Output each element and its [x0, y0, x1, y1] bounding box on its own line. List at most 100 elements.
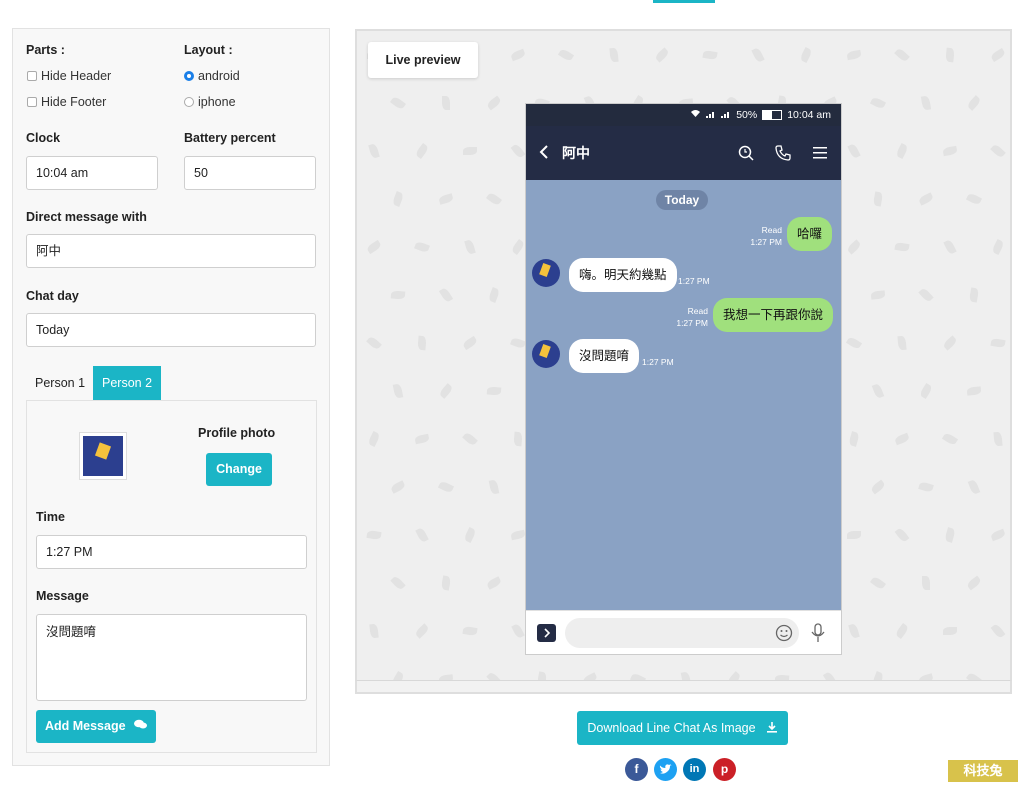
- message-label: Message: [36, 589, 89, 603]
- background-leaf: [510, 529, 526, 541]
- profile-photo-label: Profile photo: [198, 426, 276, 440]
- background-leaf: [922, 576, 930, 590]
- download-label: Download Line Chat As Image: [587, 721, 756, 735]
- android-radio[interactable]: [184, 71, 194, 81]
- background-leaf: [846, 239, 862, 255]
- background-leaf: [990, 528, 1006, 542]
- background-leaf: [897, 335, 907, 351]
- background-leaf: [486, 95, 502, 111]
- time-input[interactable]: 1:27 PM: [36, 535, 307, 569]
- linkedin-icon[interactable]: in: [683, 758, 706, 781]
- change-photo-button[interactable]: Change: [206, 453, 272, 486]
- background-leaf: [965, 192, 983, 206]
- background-leaf: [485, 576, 503, 590]
- status-time: 10:04 am: [787, 109, 831, 121]
- tab-person-2[interactable]: Person 2: [93, 366, 162, 400]
- background-leaf: [414, 433, 430, 445]
- chatday-input[interactable]: Today: [26, 313, 316, 347]
- iphone-option[interactable]: iphone: [184, 95, 236, 109]
- message-meta: Read 1:27 PM: [750, 225, 782, 247]
- background-leaf: [415, 526, 429, 544]
- background-leaf: [895, 142, 909, 160]
- background-leaf: [510, 239, 526, 255]
- background-leaf: [918, 481, 934, 493]
- message-meta: Read 1:27 PM: [676, 306, 708, 328]
- message-bubble-received: 沒問題唷: [569, 339, 640, 373]
- background-leaf: [392, 383, 404, 399]
- battery-percent: 50%: [736, 109, 758, 121]
- background-leaf: [894, 623, 910, 639]
- background-leaf: [438, 286, 454, 304]
- message-bubble-sent: 我想一下再跟你說: [713, 298, 834, 332]
- background-leaf: [654, 47, 670, 63]
- avatar: [532, 259, 560, 287]
- contact-name: 阿中: [562, 145, 590, 161]
- twitter-icon[interactable]: [654, 758, 677, 781]
- background-leaf: [461, 335, 479, 351]
- background-leaf: [894, 241, 910, 253]
- message-bubble-sent: 哈囉: [787, 217, 833, 251]
- background-leaf: [945, 47, 955, 63]
- facebook-icon[interactable]: f: [625, 758, 648, 781]
- phone-call-icon[interactable]: [775, 145, 791, 164]
- top-accent-bar: [653, 0, 715, 3]
- background-leaf: [366, 335, 382, 351]
- background-leaf: [486, 386, 502, 396]
- background-leaf: [557, 47, 575, 63]
- background-leaf: [390, 290, 406, 300]
- download-image-button[interactable]: Download Line Chat As Image: [577, 711, 788, 745]
- live-preview-tab[interactable]: Live preview: [368, 42, 478, 78]
- android-option[interactable]: android: [184, 69, 240, 83]
- background-leaf: [437, 480, 455, 494]
- message-input-bar: [526, 610, 841, 654]
- back-chevron-icon[interactable]: [539, 144, 549, 163]
- chat-header: 阿中: [526, 126, 841, 180]
- pinterest-icon[interactable]: p: [713, 758, 736, 781]
- emoji-icon[interactable]: [775, 624, 793, 645]
- background-leaf: [943, 238, 957, 256]
- battery-input[interactable]: 50: [184, 156, 316, 190]
- background-leaf: [993, 431, 1003, 447]
- hide-header-option[interactable]: Hide Header: [27, 69, 111, 83]
- background-leaf: [391, 191, 405, 207]
- message-bubble-received: 嗨。明天約幾點: [569, 258, 677, 292]
- background-leaf: [990, 143, 1006, 159]
- background-leaf: [917, 192, 935, 206]
- hide-footer-option[interactable]: Hide Footer: [27, 95, 106, 109]
- iphone-radio[interactable]: [184, 97, 194, 107]
- background-leaf: [463, 147, 477, 155]
- background-leaf: [366, 529, 382, 541]
- android-label: android: [198, 69, 240, 83]
- add-message-button[interactable]: Add Message: [36, 710, 156, 743]
- message-textarea[interactable]: 沒問題唷: [36, 614, 307, 701]
- background-leaf: [510, 336, 526, 350]
- expand-chevron-icon[interactable]: [537, 624, 556, 642]
- background-leaf: [511, 622, 525, 640]
- hide-footer-label: Hide Footer: [41, 95, 107, 109]
- background-leaf: [369, 623, 379, 639]
- background-leaf: [417, 335, 427, 351]
- hide-footer-checkbox[interactable]: [27, 97, 37, 107]
- background-leaf: [367, 430, 381, 448]
- background-leaf: [462, 431, 478, 447]
- tab-person-1[interactable]: Person 1: [26, 366, 94, 400]
- hide-header-checkbox[interactable]: [27, 71, 37, 81]
- clock-label: Clock: [26, 131, 61, 145]
- menu-icon[interactable]: [813, 147, 827, 162]
- phone-mockup: 50% 10:04 am 阿中 Today Read 1:27 PM 哈囉 嗨。明…: [526, 104, 841, 654]
- background-leaf: [510, 48, 526, 62]
- background-leaf: [846, 49, 862, 61]
- message-text-field[interactable]: [565, 618, 799, 648]
- background-leaf: [872, 191, 884, 207]
- parts-label: Parts :: [26, 43, 65, 57]
- status-bar: 50% 10:04 am: [526, 104, 841, 126]
- dm-input[interactable]: 阿中: [26, 234, 316, 268]
- background-leaf: [702, 49, 718, 61]
- clock-input[interactable]: 10:04 am: [26, 156, 158, 190]
- microphone-icon[interactable]: [811, 623, 825, 646]
- search-icon[interactable]: [738, 145, 754, 164]
- background-leaf: [942, 335, 958, 351]
- time-label: Time: [36, 510, 65, 524]
- background-leaf: [848, 623, 860, 639]
- background-leaf: [847, 531, 861, 539]
